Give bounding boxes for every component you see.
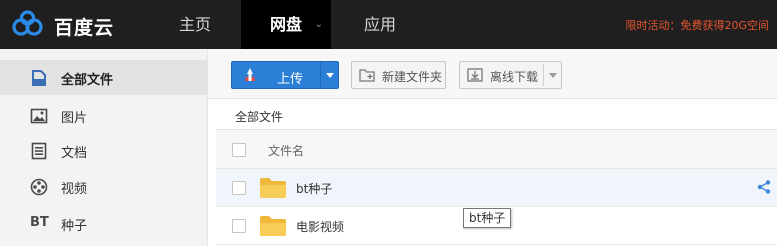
bt-icon: BT bbox=[30, 215, 49, 230]
new-folder-button[interactable]: 新建文件夹 bbox=[351, 61, 446, 89]
share-icon[interactable] bbox=[757, 180, 771, 194]
row-checkbox[interactable] bbox=[232, 181, 246, 195]
sidebar-item-label: 种子 bbox=[61, 219, 88, 234]
sidebar-item-videos[interactable]: 视频 bbox=[0, 169, 207, 204]
offline-download-button[interactable]: 离线下载 bbox=[459, 61, 562, 89]
sidebar-item-all-files[interactable]: 全部文件 bbox=[0, 60, 207, 95]
folder-icon bbox=[260, 216, 286, 236]
new-folder-icon bbox=[359, 69, 375, 82]
sidebar-item-label: 文档 bbox=[61, 146, 88, 161]
nav-apps[interactable]: 应用 bbox=[345, 0, 415, 49]
file-icon bbox=[32, 70, 46, 86]
sidebar-item-label: 全部文件 bbox=[61, 73, 114, 88]
table-row[interactable]: bt种子 bbox=[216, 169, 777, 207]
sidebar-item-label: 视频 bbox=[61, 182, 88, 197]
baidu-cloud-logo[interactable]: 百度云 bbox=[12, 10, 130, 39]
nav-home[interactable]: 主页 bbox=[160, 0, 230, 49]
sidebar: 全部文件 图片 文档 视频 BT 种子 bbox=[0, 49, 207, 246]
file-name[interactable]: 电影视频 bbox=[296, 218, 344, 235]
sidebar-item-images[interactable]: 图片 bbox=[0, 98, 207, 133]
toolbar: 上传 新建文件夹 离线下载 bbox=[208, 49, 777, 99]
new-folder-label: 新建文件夹 bbox=[382, 70, 443, 84]
column-header-filename[interactable]: 文件名 bbox=[268, 142, 304, 159]
document-icon bbox=[31, 142, 47, 160]
sidebar-item-label: 图片 bbox=[61, 111, 88, 126]
offline-download-divider bbox=[543, 64, 544, 86]
cloud-logo-icon bbox=[12, 10, 43, 36]
sidebar-item-torrents[interactable]: BT 种子 bbox=[0, 206, 207, 241]
chevron-down-icon[interactable] bbox=[549, 73, 557, 78]
download-icon bbox=[467, 68, 483, 82]
upload-label: 上传 bbox=[277, 72, 304, 87]
select-all-checkbox[interactable] bbox=[232, 143, 246, 157]
sidebar-item-documents[interactable]: 文档 bbox=[0, 133, 207, 168]
top-navigation-bar: 百度云 主页 网盘 ⌄ 应用 限时活动：免费获得20G空间 bbox=[0, 0, 777, 49]
breadcrumb[interactable]: 全部文件 bbox=[235, 108, 283, 125]
image-icon bbox=[30, 108, 48, 124]
upload-divider bbox=[320, 62, 321, 88]
upload-button[interactable]: 上传 bbox=[231, 61, 339, 89]
chevron-down-icon: ⌄ bbox=[314, 19, 323, 30]
file-list-header: 文件名 bbox=[216, 129, 777, 169]
logo-text: 百度云 bbox=[54, 17, 115, 39]
video-reel-icon bbox=[30, 178, 48, 196]
upload-dropdown-icon[interactable] bbox=[326, 73, 334, 78]
file-name[interactable]: bt种子 bbox=[296, 180, 332, 197]
filename-tooltip: bt种子 bbox=[463, 208, 512, 228]
offline-download-label: 离线下载 bbox=[490, 70, 539, 84]
folder-icon bbox=[260, 178, 286, 198]
nav-netdisk-label: 网盘 bbox=[269, 15, 302, 34]
row-checkbox[interactable] bbox=[232, 219, 246, 233]
nav-netdisk[interactable]: 网盘 ⌄ bbox=[241, 0, 331, 49]
upload-rocket-icon bbox=[245, 68, 255, 81]
promo-link[interactable]: 限时活动：免费获得20G空间 bbox=[625, 17, 769, 33]
